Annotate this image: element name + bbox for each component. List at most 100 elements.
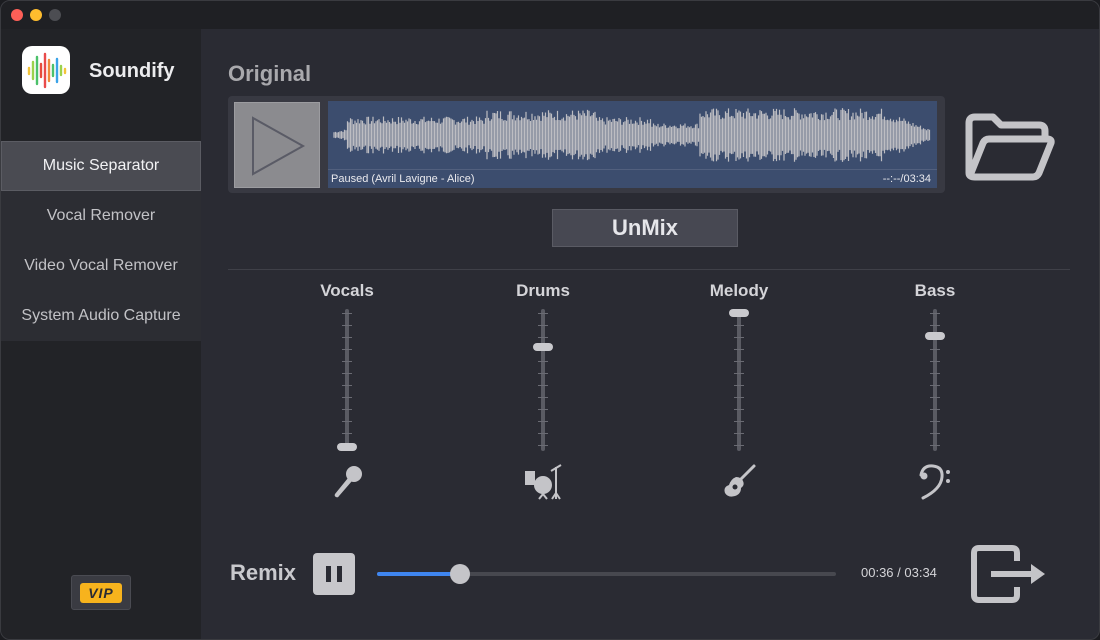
waveform-path (333, 108, 931, 162)
progress-knob[interactable] (449, 564, 470, 584)
slider-tick (930, 361, 940, 362)
channel-melody: Melody (684, 281, 794, 501)
slider-tick (930, 385, 940, 386)
sidebar-item-label: System Audio Capture (21, 307, 181, 324)
slider-tick (930, 397, 940, 398)
volume-slider-knob[interactable] (729, 309, 749, 317)
slider-tick (930, 445, 940, 446)
playback-progress-bar[interactable] (377, 564, 836, 584)
channel-label: Vocals (320, 281, 374, 300)
app-name: Soundify (89, 60, 175, 82)
section-divider (228, 269, 1070, 270)
waveform-divider (328, 169, 937, 170)
microphone-icon (334, 466, 362, 498)
slider-tick (538, 397, 548, 398)
slider-tick (930, 349, 940, 350)
slider-tick (342, 385, 352, 386)
channel-label: Melody (709, 281, 769, 300)
drum-kit-icon (525, 464, 562, 500)
remix-title: Remix (230, 560, 297, 585)
slider-tick (342, 421, 352, 422)
volume-slider-track[interactable] (933, 309, 937, 451)
sidebar-item-label: Vocal Remover (46, 207, 156, 224)
vip-button[interactable]: VIP (71, 575, 131, 610)
slider-tick (342, 373, 352, 374)
slider-tick (930, 313, 940, 314)
slider-tick (930, 421, 940, 422)
slider-tick (538, 421, 548, 422)
slider-tick (342, 349, 352, 350)
slider-tick (734, 349, 744, 350)
slider-tick (538, 337, 548, 338)
volume-slider-knob[interactable] (925, 331, 945, 340)
channel-drums: Drums (488, 281, 598, 501)
pause-icon (326, 566, 331, 582)
slider-tick (342, 433, 352, 434)
bass-clef-icon (919, 464, 950, 500)
slider-tick (734, 397, 744, 398)
volume-slider-track[interactable] (345, 309, 349, 451)
pause-button[interactable] (313, 553, 355, 595)
sidebar-item-vocal-remover[interactable]: Vocal Remover (1, 191, 201, 241)
unmix-button[interactable]: UnMix (552, 209, 738, 247)
waveform[interactable]: Paused (Avril Lavigne - Alice) --:--/03:… (328, 101, 937, 188)
channel-vocals: Vocals (292, 281, 402, 501)
slider-tick (538, 409, 548, 410)
app-window: Soundify Music Separator Vocal Remover V… (0, 0, 1100, 640)
slider-tick (734, 373, 744, 374)
slider-tick (930, 325, 940, 326)
channel-bass: Bass (880, 281, 990, 501)
slider-tick (734, 337, 744, 338)
original-time: --:--/03:34 (882, 173, 931, 185)
volume-slider-knob[interactable] (337, 443, 357, 451)
sidebar-item-label: Music Separator (42, 157, 160, 174)
slider-tick (538, 361, 548, 362)
original-player: Paused (Avril Lavigne - Alice) --:--/03:… (228, 96, 945, 193)
slider-tick (538, 445, 548, 446)
slider-tick (734, 445, 744, 446)
waveform-graphic (333, 108, 931, 162)
sidebar: Soundify Music Separator Vocal Remover V… (1, 29, 201, 639)
slider-tick (734, 433, 744, 434)
volume-slider-track[interactable] (541, 309, 545, 451)
progress-fill (377, 572, 460, 576)
volume-slider-track[interactable] (737, 309, 741, 451)
export-button[interactable] (969, 543, 1049, 605)
slider-tick (734, 421, 744, 422)
channel-label: Drums (516, 281, 570, 300)
volume-slider-knob[interactable] (533, 342, 553, 351)
slider-tick (342, 313, 352, 314)
guitar-icon (724, 464, 756, 497)
channel-label: Bass (914, 281, 956, 300)
unmix-label: UnMix (612, 215, 678, 240)
play-button[interactable] (234, 102, 320, 188)
original-title: Original (228, 61, 312, 86)
slider-tick (734, 385, 744, 386)
slider-tick (342, 325, 352, 326)
sidebar-item-music-separator[interactable]: Music Separator (1, 141, 201, 191)
maximize-window-button[interactable] (49, 9, 61, 21)
close-window-button[interactable] (11, 9, 23, 21)
slider-tick (538, 325, 548, 326)
pause-icon (337, 566, 342, 582)
waveform-app-icon (22, 46, 70, 94)
sidebar-item-video-vocal-remover[interactable]: Video Vocal Remover (1, 241, 201, 291)
slider-tick (342, 397, 352, 398)
slider-tick (734, 409, 744, 410)
export-icon (971, 545, 1045, 603)
remix-time: 00:36 / 03:34 (861, 565, 937, 580)
slider-tick (930, 373, 940, 374)
minimize-window-button[interactable] (30, 9, 42, 21)
slider-tick (342, 361, 352, 362)
main-panel: Original Paused (Avril Lavigne - Alice) … (201, 41, 1099, 639)
playback-status: Paused (Avril Lavigne - Alice) (331, 173, 475, 185)
slider-tick (930, 433, 940, 434)
slider-tick (734, 361, 744, 362)
slider-tick (538, 433, 548, 434)
slider-tick (538, 313, 548, 314)
slider-tick (538, 373, 548, 374)
slider-tick (538, 385, 548, 386)
slider-tick (930, 409, 940, 410)
open-file-button[interactable] (963, 113, 1055, 183)
sidebar-item-system-audio-capture[interactable]: System Audio Capture (1, 291, 201, 341)
